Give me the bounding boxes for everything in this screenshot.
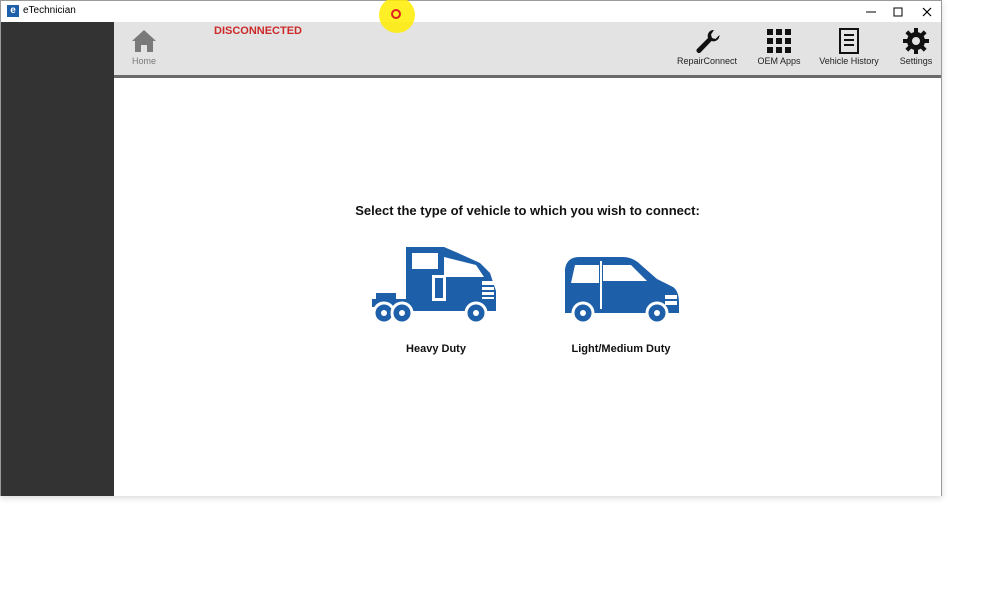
vehicle-type-prompt: Select the type of vehicle to which you … <box>355 203 700 218</box>
home-button[interactable]: Home <box>124 22 164 75</box>
close-button[interactable] <box>912 1 942 22</box>
close-icon <box>922 7 932 16</box>
maximize-button[interactable] <box>883 1 913 22</box>
document-icon <box>839 28 859 54</box>
sidebar <box>1 22 114 496</box>
cursor-click-indicator <box>391 9 401 19</box>
semi-truck-icon <box>372 247 496 325</box>
grid-icon <box>767 29 791 53</box>
heavy-duty-option[interactable]: Heavy Duty <box>370 243 502 355</box>
vehicle-history-label: Vehicle History <box>819 56 879 66</box>
vehicle-history-button[interactable]: Vehicle History <box>818 22 880 75</box>
minimize-button[interactable] <box>856 1 886 22</box>
van-icon <box>565 257 679 325</box>
settings-label: Settings <box>899 56 933 66</box>
repairconnect-button[interactable]: RepairConnect <box>674 22 740 75</box>
wrench-icon <box>696 29 720 53</box>
app-window: e eTechnician Home DISCONNECTED RepairCo… <box>0 0 942 496</box>
light-medium-duty-option[interactable]: Light/Medium Duty <box>559 243 683 355</box>
window-title: eTechnician <box>23 5 76 16</box>
app-icon: e <box>7 5 19 17</box>
repairconnect-label: RepairConnect <box>676 56 738 66</box>
heavy-duty-label: Heavy Duty <box>406 343 466 355</box>
minimize-icon <box>866 11 876 12</box>
toolbar: Home DISCONNECTED RepairConnect OEM Apps <box>114 22 941 78</box>
home-label: Home <box>131 56 156 66</box>
connection-status: DISCONNECTED <box>214 25 303 37</box>
gear-icon <box>903 28 929 54</box>
title-bar: e eTechnician <box>1 1 941 22</box>
home-icon <box>132 30 156 52</box>
main-content: Select the type of vehicle to which you … <box>114 78 941 496</box>
settings-button[interactable]: Settings <box>896 22 936 75</box>
light-medium-duty-label: Light/Medium Duty <box>571 343 671 355</box>
oem-apps-button[interactable]: OEM Apps <box>754 22 804 75</box>
maximize-icon <box>893 7 903 16</box>
oem-apps-label: OEM Apps <box>757 56 801 66</box>
